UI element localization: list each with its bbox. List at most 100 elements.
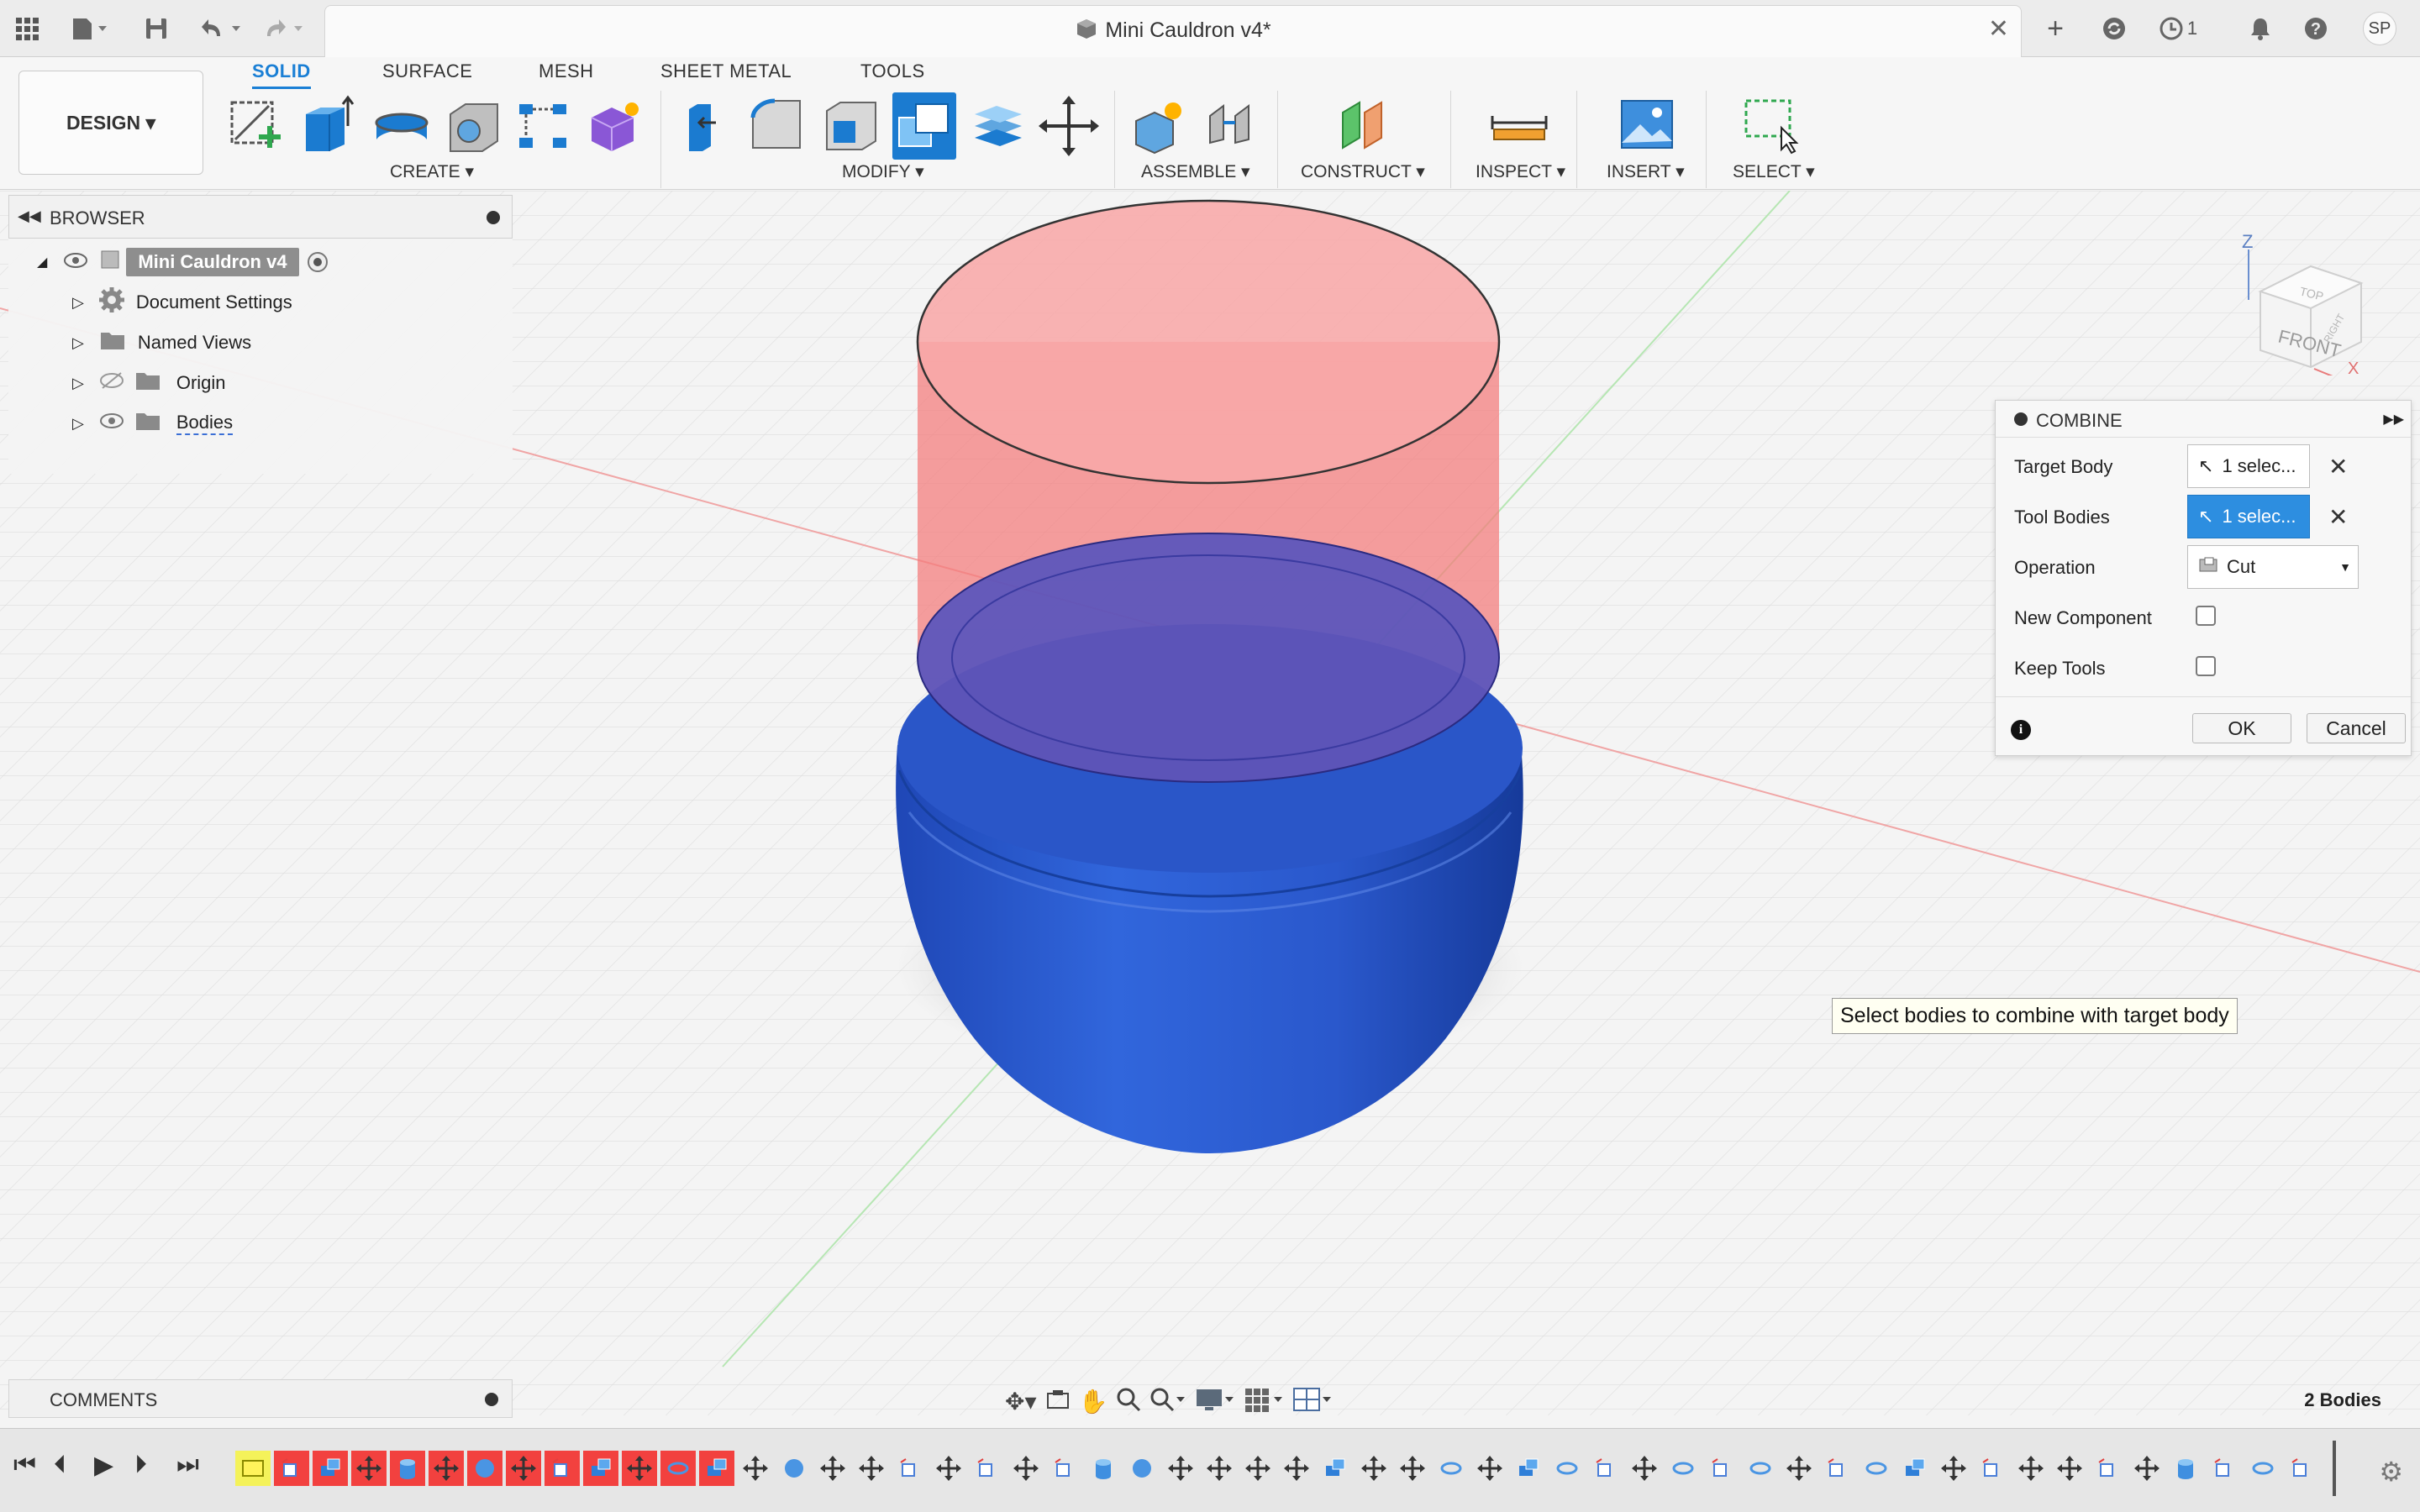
job-status-icon[interactable]: 1 bbox=[2153, 13, 2203, 44]
settings-gear-icon[interactable]: ⚙ bbox=[2379, 1456, 2403, 1488]
comments-panel[interactable]: COMMENTS bbox=[8, 1379, 513, 1418]
tree-item-origin[interactable]: ▷ Origin bbox=[72, 365, 226, 402]
select-menu[interactable]: SELECT ▾ bbox=[1733, 161, 1815, 182]
timeline-sphere-icon[interactable] bbox=[467, 1451, 502, 1486]
visibility-eye-icon[interactable] bbox=[64, 251, 88, 273]
insert-menu[interactable]: INSERT ▾ bbox=[1607, 161, 1685, 182]
browser-options-icon[interactable] bbox=[487, 211, 500, 224]
ok-button[interactable]: OK bbox=[2192, 713, 2291, 743]
tab-solid[interactable]: SOLID bbox=[252, 60, 311, 89]
timeline-extrude-icon[interactable] bbox=[583, 1451, 618, 1486]
tab-surface[interactable]: SURFACE bbox=[382, 60, 472, 82]
timeline-plane-icon[interactable] bbox=[2091, 1451, 2126, 1486]
orbit-icon[interactable]: ✥▾ bbox=[1005, 1388, 1037, 1415]
timeline-plane-icon[interactable] bbox=[2207, 1451, 2242, 1486]
move-copy-icon[interactable] bbox=[1037, 92, 1101, 160]
zoom-icon[interactable] bbox=[1116, 1387, 1141, 1416]
timeline-plane-icon[interactable] bbox=[1704, 1451, 1739, 1486]
active-radio-icon[interactable] bbox=[307, 252, 328, 272]
target-body-selector[interactable]: ↖ 1 selec... bbox=[2187, 444, 2310, 488]
timeline-move-icon[interactable] bbox=[1008, 1451, 1044, 1486]
undo-icon[interactable] bbox=[198, 13, 249, 44]
scale-icon[interactable] bbox=[966, 92, 1030, 160]
step-back-icon[interactable]: ⏴ bbox=[54, 1451, 66, 1479]
play-icon[interactable]: ▶ bbox=[94, 1451, 113, 1480]
hidden-eye-icon[interactable] bbox=[99, 371, 124, 395]
expand-arrow-icon[interactable]: ▷ bbox=[72, 375, 84, 392]
joint-icon[interactable] bbox=[1202, 92, 1265, 160]
tree-item-bodies[interactable]: ▷ Bodies bbox=[72, 405, 234, 442]
timeline-move-icon[interactable] bbox=[815, 1451, 850, 1486]
tree-item-named-views[interactable]: ▷ Named Views bbox=[72, 324, 251, 361]
revolve-icon[interactable] bbox=[370, 92, 434, 160]
view-cube[interactable]: FRONT TOP RIGHT Z X bbox=[2227, 224, 2378, 375]
create-menu[interactable]: CREATE ▾ bbox=[390, 161, 474, 182]
new-component-icon[interactable] bbox=[1129, 92, 1193, 160]
timeline-move-icon[interactable] bbox=[2052, 1451, 2087, 1486]
create-form-icon[interactable] bbox=[583, 92, 647, 160]
tab-sheet-metal[interactable]: SHEET METAL bbox=[660, 60, 792, 82]
timeline-extrude-icon[interactable] bbox=[1511, 1451, 1546, 1486]
tree-root[interactable]: ◢ Mini Cauldron v4 bbox=[37, 244, 328, 281]
timeline-move-icon[interactable] bbox=[1395, 1451, 1430, 1486]
timeline-move-icon[interactable] bbox=[1356, 1451, 1392, 1486]
timeline-move-icon[interactable] bbox=[1279, 1451, 1314, 1486]
timeline-move-icon[interactable] bbox=[429, 1451, 464, 1486]
timeline-extrude-icon[interactable] bbox=[1318, 1451, 1353, 1486]
offset-plane-icon[interactable] bbox=[1333, 92, 1397, 160]
data-panel-icon[interactable] bbox=[2099, 13, 2129, 44]
timeline-ellipse-icon[interactable] bbox=[1743, 1451, 1778, 1486]
expand-arrow-icon[interactable]: ▷ bbox=[72, 334, 84, 352]
timeline-extrude-icon[interactable] bbox=[699, 1451, 734, 1486]
timeline-plane-icon[interactable] bbox=[544, 1451, 580, 1486]
timeline-plane-icon[interactable] bbox=[1588, 1451, 1623, 1486]
fit-zoom-icon[interactable] bbox=[1150, 1387, 1186, 1416]
go-to-end-icon[interactable]: ⏭ bbox=[176, 1451, 199, 1479]
timeline-extrude-icon[interactable] bbox=[1897, 1451, 1933, 1486]
tool-bodies-selector[interactable]: ↖ 1 selec... bbox=[2187, 495, 2310, 538]
timeline-ellipse-icon[interactable] bbox=[1859, 1451, 1894, 1486]
timeline-cylinder-icon[interactable] bbox=[390, 1451, 425, 1486]
timeline-ellipse-icon[interactable] bbox=[1665, 1451, 1701, 1486]
display-settings-icon[interactable] bbox=[1195, 1387, 1235, 1416]
timeline-move-icon[interactable] bbox=[351, 1451, 387, 1486]
timeline-move-icon[interactable] bbox=[738, 1451, 773, 1486]
new-component-checkbox[interactable] bbox=[2196, 606, 2216, 626]
info-icon[interactable]: i bbox=[2011, 720, 2031, 740]
extrude-icon[interactable] bbox=[296, 92, 360, 160]
timeline-move-icon[interactable] bbox=[1472, 1451, 1507, 1486]
timeline-move-icon[interactable] bbox=[1163, 1451, 1198, 1486]
timeline-move-icon[interactable] bbox=[1627, 1451, 1662, 1486]
insert-canvas-icon[interactable] bbox=[1617, 92, 1681, 160]
save-icon[interactable] bbox=[141, 13, 171, 44]
expand-arrow-icon[interactable]: ▷ bbox=[72, 415, 84, 433]
timeline-sketch-icon[interactable] bbox=[235, 1451, 271, 1486]
dialog-expand-icon[interactable]: ▶▶ bbox=[2383, 411, 2404, 428]
timeline-cylinder-icon[interactable] bbox=[2168, 1451, 2203, 1486]
timeline-cylinder-icon[interactable] bbox=[1086, 1451, 1121, 1486]
cancel-button[interactable]: Cancel bbox=[2307, 713, 2406, 743]
redo-icon[interactable] bbox=[260, 13, 311, 44]
file-menu-icon[interactable] bbox=[67, 13, 111, 44]
workspace-switcher[interactable]: DESIGN ▾ bbox=[18, 71, 203, 175]
viewports-icon[interactable] bbox=[1292, 1387, 1333, 1416]
add-comment-icon[interactable] bbox=[485, 1393, 498, 1406]
dialog-collapse-icon[interactable] bbox=[2014, 412, 2028, 426]
create-sketch-icon[interactable] bbox=[225, 92, 289, 160]
clear-target-icon[interactable]: ✕ bbox=[2328, 453, 2348, 480]
timeline-move-icon[interactable] bbox=[506, 1451, 541, 1486]
timeline-move-icon[interactable] bbox=[2013, 1451, 2049, 1486]
step-forward-icon[interactable]: ⏵ bbox=[134, 1451, 147, 1479]
measure-icon[interactable] bbox=[1487, 92, 1551, 160]
timeline-plane-icon[interactable] bbox=[1975, 1451, 2010, 1486]
visibility-eye-icon[interactable] bbox=[99, 412, 124, 435]
timeline-plane-icon[interactable] bbox=[274, 1451, 309, 1486]
browser-header[interactable]: ◀◀ BROWSER bbox=[8, 195, 513, 239]
timeline-move-icon[interactable] bbox=[854, 1451, 889, 1486]
combine-header[interactable]: COMBINE ▶▶ bbox=[1996, 401, 2411, 438]
timeline-move-icon[interactable] bbox=[1936, 1451, 1971, 1486]
timeline-plane-icon[interactable] bbox=[970, 1451, 1005, 1486]
operation-select[interactable]: Cut ▼ bbox=[2187, 545, 2359, 589]
timeline-move-icon[interactable] bbox=[1781, 1451, 1817, 1486]
clear-tool-icon[interactable]: ✕ bbox=[2328, 503, 2348, 531]
